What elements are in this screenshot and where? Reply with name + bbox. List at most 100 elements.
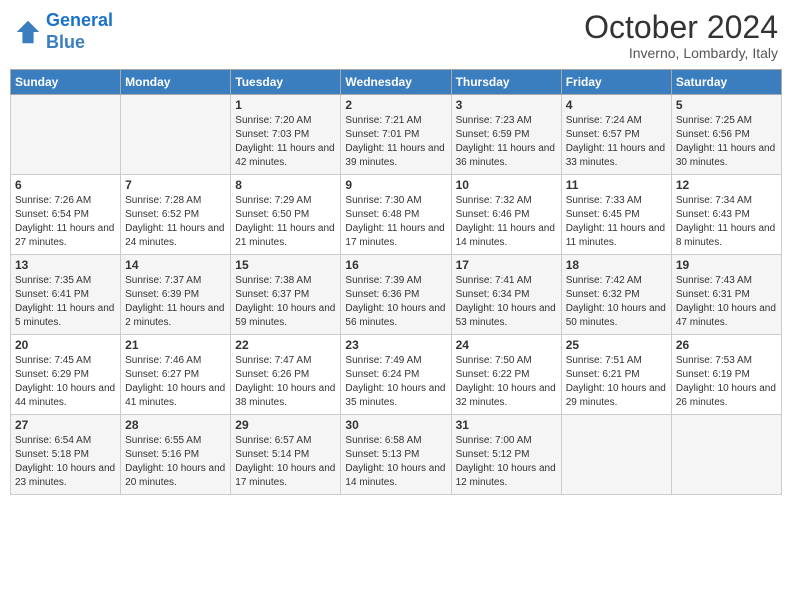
location-subtitle: Inverno, Lombardy, Italy	[584, 45, 778, 61]
logo-line1: General	[46, 10, 113, 30]
sunrise-text: Sunrise: 7:45 AM	[15, 354, 116, 368]
sunset-text: Sunset: 6:36 PM	[345, 288, 446, 302]
daylight-text: Daylight: 10 hours and 50 minutes.	[566, 302, 667, 330]
calendar-cell: 30 Sunrise: 6:58 AM Sunset: 5:13 PM Dayl…	[341, 415, 451, 495]
calendar-header-row: SundayMondayTuesdayWednesdayThursdayFrid…	[11, 70, 782, 95]
day-info: Sunrise: 7:25 AM Sunset: 6:56 PM Dayligh…	[676, 114, 777, 170]
sunrise-text: Sunrise: 6:55 AM	[125, 434, 226, 448]
day-info: Sunrise: 7:51 AM Sunset: 6:21 PM Dayligh…	[566, 354, 667, 410]
calendar-cell: 13 Sunrise: 7:35 AM Sunset: 6:41 PM Dayl…	[11, 255, 121, 335]
calendar-cell	[561, 415, 671, 495]
sunset-text: Sunset: 6:26 PM	[235, 368, 336, 382]
day-info: Sunrise: 7:38 AM Sunset: 6:37 PM Dayligh…	[235, 274, 336, 330]
calendar-cell: 19 Sunrise: 7:43 AM Sunset: 6:31 PM Dayl…	[671, 255, 781, 335]
day-number: 10	[456, 178, 557, 192]
daylight-text: Daylight: 11 hours and 17 minutes.	[345, 222, 446, 250]
day-info: Sunrise: 7:30 AM Sunset: 6:48 PM Dayligh…	[345, 194, 446, 250]
sunset-text: Sunset: 6:22 PM	[456, 368, 557, 382]
sunset-text: Sunset: 6:48 PM	[345, 208, 446, 222]
day-number: 5	[676, 98, 777, 112]
day-number: 14	[125, 258, 226, 272]
sunrise-text: Sunrise: 7:20 AM	[235, 114, 336, 128]
daylight-text: Daylight: 11 hours and 11 minutes.	[566, 222, 667, 250]
daylight-text: Daylight: 10 hours and 41 minutes.	[125, 382, 226, 410]
calendar-cell: 24 Sunrise: 7:50 AM Sunset: 6:22 PM Dayl…	[451, 335, 561, 415]
sunset-text: Sunset: 6:50 PM	[235, 208, 336, 222]
calendar-cell: 18 Sunrise: 7:42 AM Sunset: 6:32 PM Dayl…	[561, 255, 671, 335]
calendar-cell: 14 Sunrise: 7:37 AM Sunset: 6:39 PM Dayl…	[121, 255, 231, 335]
sunrise-text: Sunrise: 7:26 AM	[15, 194, 116, 208]
calendar-cell	[671, 415, 781, 495]
sunset-text: Sunset: 6:29 PM	[15, 368, 116, 382]
daylight-text: Daylight: 10 hours and 17 minutes.	[235, 462, 336, 490]
day-info: Sunrise: 7:49 AM Sunset: 6:24 PM Dayligh…	[345, 354, 446, 410]
sunset-text: Sunset: 6:46 PM	[456, 208, 557, 222]
sunset-text: Sunset: 6:56 PM	[676, 128, 777, 142]
sunrise-text: Sunrise: 7:21 AM	[345, 114, 446, 128]
day-number: 22	[235, 338, 336, 352]
day-number: 28	[125, 418, 226, 432]
daylight-text: Daylight: 10 hours and 14 minutes.	[345, 462, 446, 490]
sunset-text: Sunset: 7:01 PM	[345, 128, 446, 142]
sunset-text: Sunset: 6:34 PM	[456, 288, 557, 302]
calendar-cell: 6 Sunrise: 7:26 AM Sunset: 6:54 PM Dayli…	[11, 175, 121, 255]
calendar-cell: 12 Sunrise: 7:34 AM Sunset: 6:43 PM Dayl…	[671, 175, 781, 255]
day-number: 26	[676, 338, 777, 352]
sunset-text: Sunset: 6:59 PM	[456, 128, 557, 142]
daylight-text: Daylight: 11 hours and 5 minutes.	[15, 302, 116, 330]
sunset-text: Sunset: 6:19 PM	[676, 368, 777, 382]
sunset-text: Sunset: 6:52 PM	[125, 208, 226, 222]
daylight-text: Daylight: 10 hours and 56 minutes.	[345, 302, 446, 330]
sunrise-text: Sunrise: 7:46 AM	[125, 354, 226, 368]
daylight-text: Daylight: 10 hours and 29 minutes.	[566, 382, 667, 410]
day-number: 9	[345, 178, 446, 192]
day-info: Sunrise: 7:47 AM Sunset: 6:26 PM Dayligh…	[235, 354, 336, 410]
day-number: 25	[566, 338, 667, 352]
sunrise-text: Sunrise: 7:47 AM	[235, 354, 336, 368]
daylight-text: Daylight: 11 hours and 8 minutes.	[676, 222, 777, 250]
day-info: Sunrise: 7:53 AM Sunset: 6:19 PM Dayligh…	[676, 354, 777, 410]
day-info: Sunrise: 7:29 AM Sunset: 6:50 PM Dayligh…	[235, 194, 336, 250]
day-number: 13	[15, 258, 116, 272]
day-info: Sunrise: 7:42 AM Sunset: 6:32 PM Dayligh…	[566, 274, 667, 330]
day-number: 2	[345, 98, 446, 112]
sunrise-text: Sunrise: 7:35 AM	[15, 274, 116, 288]
sunrise-text: Sunrise: 7:23 AM	[456, 114, 557, 128]
calendar-cell: 15 Sunrise: 7:38 AM Sunset: 6:37 PM Dayl…	[231, 255, 341, 335]
day-info: Sunrise: 7:28 AM Sunset: 6:52 PM Dayligh…	[125, 194, 226, 250]
day-number: 11	[566, 178, 667, 192]
day-number: 18	[566, 258, 667, 272]
month-title: October 2024	[584, 10, 778, 45]
daylight-text: Daylight: 11 hours and 21 minutes.	[235, 222, 336, 250]
daylight-text: Daylight: 10 hours and 44 minutes.	[15, 382, 116, 410]
daylight-text: Daylight: 11 hours and 27 minutes.	[15, 222, 116, 250]
sunset-text: Sunset: 6:45 PM	[566, 208, 667, 222]
calendar-cell: 3 Sunrise: 7:23 AM Sunset: 6:59 PM Dayli…	[451, 95, 561, 175]
daylight-text: Daylight: 11 hours and 14 minutes.	[456, 222, 557, 250]
day-number: 24	[456, 338, 557, 352]
calendar-week-1: 1 Sunrise: 7:20 AM Sunset: 7:03 PM Dayli…	[11, 95, 782, 175]
day-number: 20	[15, 338, 116, 352]
calendar-cell: 28 Sunrise: 6:55 AM Sunset: 5:16 PM Dayl…	[121, 415, 231, 495]
sunset-text: Sunset: 6:27 PM	[125, 368, 226, 382]
calendar-week-2: 6 Sunrise: 7:26 AM Sunset: 6:54 PM Dayli…	[11, 175, 782, 255]
calendar-cell: 22 Sunrise: 7:47 AM Sunset: 6:26 PM Dayl…	[231, 335, 341, 415]
logo-line2: Blue	[46, 32, 85, 52]
calendar-cell: 2 Sunrise: 7:21 AM Sunset: 7:01 PM Dayli…	[341, 95, 451, 175]
daylight-text: Daylight: 10 hours and 38 minutes.	[235, 382, 336, 410]
calendar-cell	[11, 95, 121, 175]
sunrise-text: Sunrise: 7:33 AM	[566, 194, 667, 208]
sunrise-text: Sunrise: 7:39 AM	[345, 274, 446, 288]
day-header-sunday: Sunday	[11, 70, 121, 95]
day-header-friday: Friday	[561, 70, 671, 95]
day-header-thursday: Thursday	[451, 70, 561, 95]
sunset-text: Sunset: 6:39 PM	[125, 288, 226, 302]
sunrise-text: Sunrise: 7:29 AM	[235, 194, 336, 208]
calendar-cell: 1 Sunrise: 7:20 AM Sunset: 7:03 PM Dayli…	[231, 95, 341, 175]
sunset-text: Sunset: 5:14 PM	[235, 448, 336, 462]
day-number: 8	[235, 178, 336, 192]
day-number: 21	[125, 338, 226, 352]
sunset-text: Sunset: 6:54 PM	[15, 208, 116, 222]
daylight-text: Daylight: 11 hours and 42 minutes.	[235, 142, 336, 170]
sunrise-text: Sunrise: 7:43 AM	[676, 274, 777, 288]
